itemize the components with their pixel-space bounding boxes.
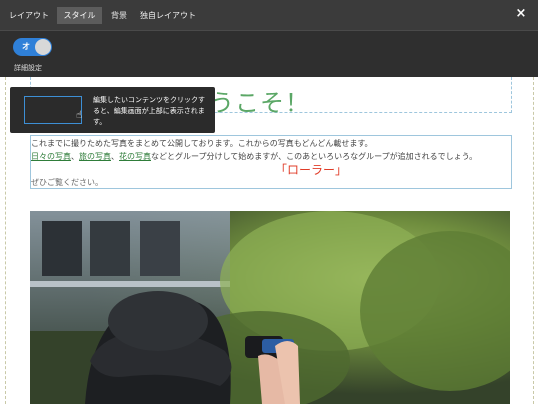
tab-background[interactable]: 背景 <box>105 7 133 24</box>
groups-paragraph: 日々の写真、旅の写真、花の写真などとグループ分けして始めますが、このあといろいろ… <box>31 152 478 161</box>
settings-panel: オ 詳細設定 <box>0 30 538 77</box>
close-button[interactable]: × <box>514 6 528 22</box>
toggle-knob <box>35 39 51 55</box>
link-flower-photos[interactable]: 花の写真 <box>119 152 151 161</box>
detail-settings-label: 詳細設定 <box>14 64 42 72</box>
hint-text: 編集したいコンテンツをクリックすると、編集画面が上部に表示されます。 <box>93 96 205 126</box>
groups-paragraph-rest: などとグループ分けして始めますが、このあといろいろなグループが追加されるでしょう… <box>151 152 478 161</box>
detail-settings-toggle[interactable]: オ <box>13 38 52 56</box>
roller-annotation: 「ローラー」 <box>275 163 348 177</box>
tab-style[interactable]: スタイル <box>57 7 102 24</box>
frame-guide-right <box>533 77 534 404</box>
top-toolbar: レイアウト スタイル 背景 独自レイアウト × <box>0 0 538 30</box>
pointer-icon: ☝ <box>76 110 83 121</box>
link-daily-photos[interactable]: 日々の写真 <box>31 152 71 161</box>
edit-hint-tooltip: ☝ 編集したいコンテンツをクリックすると、編集画面が上部に表示されます。 <box>10 87 215 133</box>
toggle-on-label: オ <box>22 42 30 51</box>
page-content: ギャラリーへようこそ！ ☝ 編集したいコンテンツをクリックすると、編集画面が上部… <box>0 77 538 404</box>
link-travel-photos[interactable]: 旅の写真 <box>79 152 111 161</box>
photo-image[interactable] <box>30 211 510 404</box>
tab-layout[interactable]: レイアウト <box>6 7 52 24</box>
intro-paragraph: これまでに撮りためた写真をまとめて公開しております。これからの写真もどんどん載せ… <box>31 139 373 148</box>
frame-guide-left <box>5 77 6 404</box>
hint-demo-box <box>24 96 82 124</box>
closing-paragraph: ぜひご覧ください。 <box>31 178 103 187</box>
tab-custom-layout[interactable]: 独自レイアウト <box>138 7 198 24</box>
photo-illustration <box>30 211 510 404</box>
